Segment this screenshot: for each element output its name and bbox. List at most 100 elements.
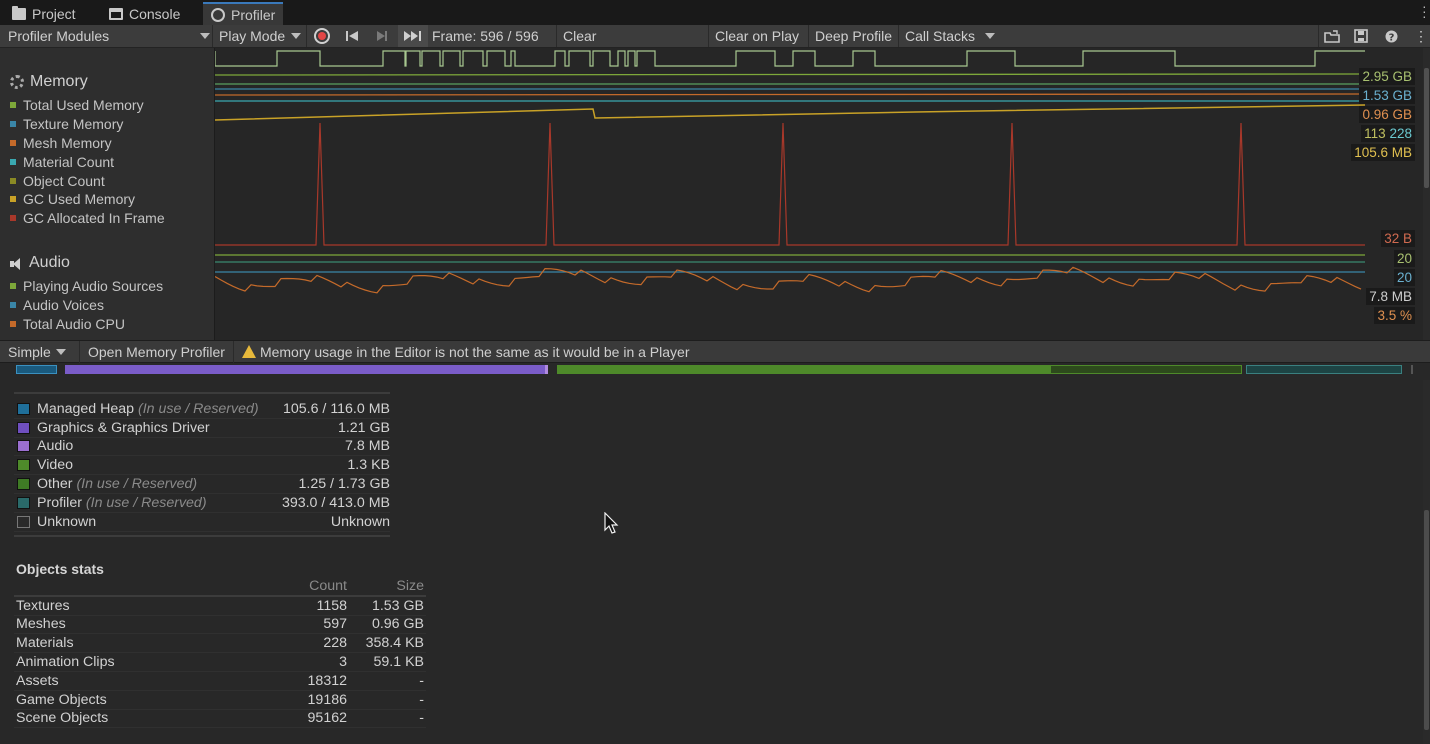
legend-swatch [10,196,16,203]
legend-label: Material Count [23,153,115,170]
deep-profile-toggle[interactable]: Deep Profile [808,25,892,47]
category-name: Managed Heap (In use / Reserved) [37,401,283,417]
other-in-use-segment[interactable] [558,365,1051,374]
legend-item[interactable]: Audio Voices [0,296,214,315]
chevron-down-icon [55,348,66,355]
category-hint: (In use / Reserved) [85,494,207,511]
load-button[interactable] [1318,25,1344,47]
category-swatch [17,421,30,434]
first-frame-button[interactable] [338,25,366,47]
legend-item[interactable]: Texture Memory [0,115,214,134]
category-name: Unknown [37,514,331,530]
help-icon: ? [1385,30,1397,43]
stats-cell-size: - [419,710,424,727]
legend-item[interactable]: Total Audio CPU [0,315,214,334]
help-button[interactable]: ? [1380,25,1402,47]
legend-item[interactable]: Object Count [0,171,214,190]
breakdown-row[interactable]: Profiler (In use / Reserved) 393.0 / 413.… [14,494,390,513]
current-frame-button[interactable] [398,25,428,47]
save-icon [1354,29,1368,43]
open-folder-icon [1323,29,1340,43]
chart-scrollbar-thumb[interactable] [1424,68,1429,188]
profiler-chart-area[interactable]: 2.95 GB 1.53 GB 0.96 GB 113 228 105.6 MB… [215,48,1423,340]
legend-swatch [10,302,16,309]
stats-cell-name: Meshes [16,616,66,633]
legend-item[interactable]: Material Count [0,152,214,171]
audio-segment[interactable] [545,365,548,374]
legend-label: Audio Voices [23,297,104,314]
tab-project[interactable]: Project [4,2,84,25]
save-button[interactable] [1348,25,1374,47]
profiler-modules-dropdown[interactable]: Profiler Modules [8,25,210,47]
category-swatch [17,402,30,415]
breakdown-row[interactable]: Video 1.3 KB [14,456,390,476]
warning-text: Memory usage in the Editor is not the sa… [259,343,690,360]
stats-row: Game Objects 19186 - [14,691,426,710]
tab-profiler[interactable]: Profiler [203,2,284,25]
texture-memory-value: 1.53 GB [1359,87,1415,104]
category-value: Unknown [330,513,390,530]
open-memory-profiler-button[interactable]: Open Memory Profiler [80,340,234,363]
category-label: Video [37,457,74,474]
audio-module[interactable]: Audio Playing Audio Sources Audio Voices T… [0,251,214,333]
objects-stats-table: Count Size Textures 1158 1.53 GB Meshes 597 0.9… [14,578,426,729]
call-stacks-dropdown[interactable]: Call Stacks [898,25,1006,47]
profiler-icon [211,7,225,22]
warning-icon [241,345,256,358]
stats-cell-count: 3 [339,654,347,671]
stats-cell-count: 19186 [307,691,347,708]
record-button[interactable] [306,25,336,47]
legend-swatch [10,215,16,222]
clear-button[interactable]: Clear [556,25,606,47]
legend-item[interactable]: GC Used Memory [0,190,214,209]
chart-scrollbar[interactable] [1423,48,1430,340]
breakdown-row[interactable]: Unknown Unknown [14,513,390,532]
legend-item[interactable]: Mesh Memory [0,134,214,153]
details-scrollbar-thumb[interactable] [1424,510,1429,730]
profiler-segment[interactable] [1246,365,1402,374]
breakdown-row[interactable]: Audio 7.8 MB [14,438,390,457]
play-mode-dropdown[interactable]: Play Mode [212,25,304,47]
clear-on-play-toggle[interactable]: Clear on Play [708,25,799,47]
next-frame-button[interactable] [368,25,396,47]
view-mode-label: Simple [8,343,51,360]
memory-module-header[interactable]: Memory [0,70,214,94]
category-swatch [17,459,30,472]
category-name: Audio [37,438,345,454]
legend-label: Total Audio CPU [23,315,125,332]
tab-console[interactable]: Console [101,2,188,25]
audio-module-header[interactable]: Audio [0,251,214,275]
breakdown-row[interactable]: Other (In use / Reserved) 1.25 / 1.73 GB [14,475,390,494]
legend-item[interactable]: GC Allocated In Frame [0,209,214,228]
stats-row: Assets 18312 - [14,672,426,691]
legend-item[interactable]: Playing Audio Sources [0,277,214,296]
gc-used-memory-series [215,104,1366,121]
total-used-memory-value: 2.95 GB [1359,68,1415,85]
category-value: 7.8 MB [345,438,390,455]
window-menu-icon[interactable]: · · · [1422,0,1427,23]
category-value: 393.0 / 413.0 MB [281,494,390,511]
category-value: 105.6 / 116.0 MB [282,400,390,417]
category-name: Profiler (In use / Reserved) [37,495,282,511]
managed-heap-segment[interactable] [16,365,57,374]
legend-label: Total Used Memory [23,97,144,114]
details-scrollbar[interactable] [1423,380,1430,744]
category-name: Graphics & Graphics Driver [37,420,338,436]
stats-row: Scene Objects 95162 - [14,710,426,729]
playing-audio-sources-value: 20 [1393,250,1415,267]
folder-icon [12,5,26,20]
stats-cell-size: 59.1 KB [373,654,424,671]
unknown-segment[interactable] [1411,365,1413,374]
breakdown-row[interactable]: Graphics & Graphics Driver 1.21 GB [14,419,390,438]
legend-item[interactable]: Total Used Memory [0,96,214,115]
category-value: 1.25 / 1.73 GB [298,476,391,493]
play-mode-label: Play Mode [219,28,286,44]
toolbar-menu-icon[interactable]: ⋮ [1414,25,1428,47]
objects-stats-title: Objects stats [16,561,104,577]
category-hint: (In use / Reserved) [137,400,259,417]
graphics-segment[interactable] [65,365,545,374]
view-mode-dropdown[interactable]: Simple [0,340,80,363]
memory-module[interactable]: Memory Total Used Memory Texture Memory Me… [0,70,214,228]
breakdown-row[interactable]: Managed Heap (In use / Reserved) 105.6 / … [14,400,390,419]
stats-row: Textures 1158 1.53 GB [14,597,426,616]
